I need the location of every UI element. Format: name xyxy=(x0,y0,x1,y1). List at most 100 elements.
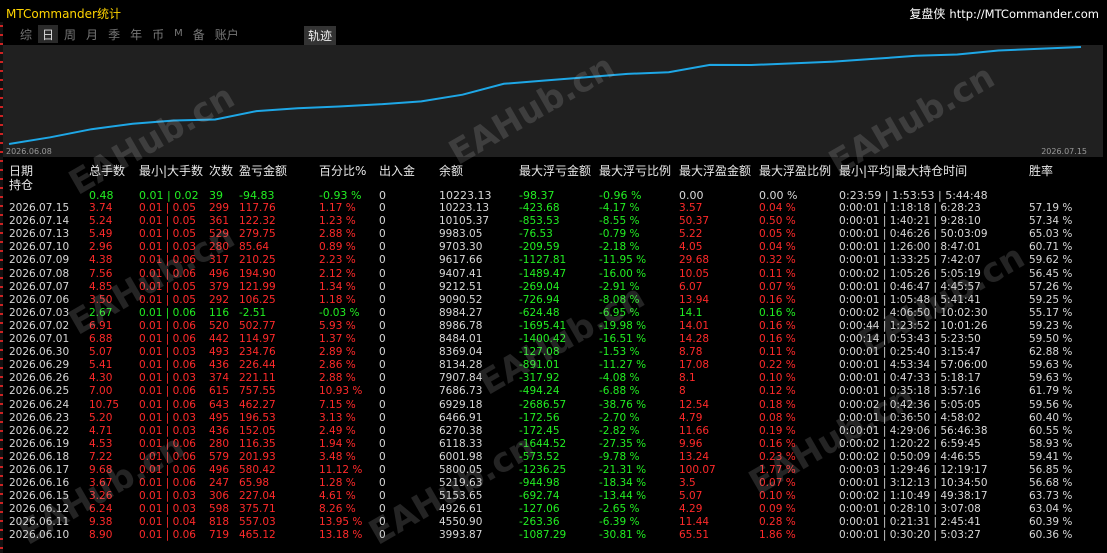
row-io: 0 xyxy=(379,280,386,293)
table-row[interactable]: 2026.06.26 4.30 0.01 | 0.03 374 221.11 2.88 %… xyxy=(0,372,1107,385)
table-row[interactable]: 2026.07.02 6.91 0.01 | 0.06 520 502.77 5.93 %… xyxy=(0,320,1107,333)
row-maxprofamt: 14.1 xyxy=(679,306,703,319)
row-pct: 1.94 % xyxy=(319,437,356,450)
row-hold: 0:00:14 | 0:53:43 | 5:23:50 xyxy=(839,333,981,346)
row-hold: 0:00:44 | 1:23:52 | 10:01:26 xyxy=(839,319,988,332)
tab-2[interactable]: 周 xyxy=(60,25,80,43)
table-row[interactable]: 2026.06.12 6.24 0.01 | 0.03 598 375.71 8.26 %… xyxy=(0,503,1107,516)
table-row[interactable]: 2026.06.17 9.68 0.01 | 0.06 496 580.42 11.12 … xyxy=(0,464,1107,477)
row-maxlosspct: -19.98 % xyxy=(599,319,647,332)
row-count: 361 xyxy=(209,215,230,228)
row-maxlosspct: -30.81 % xyxy=(599,529,647,542)
tab-6[interactable]: 币 xyxy=(148,25,168,43)
row-maxlosspct: -2.82 % xyxy=(599,424,640,437)
row-maxprofamt: 5.22 xyxy=(679,228,703,241)
table-row[interactable]: 2026.07.09 4.38 0.01 | 0.06 317 210.25 2.23 %… xyxy=(0,254,1107,267)
table-row[interactable]: 2026.07.10 2.96 0.01 | 0.03 280 85.64 0.89 % 0… xyxy=(0,241,1107,254)
row-total: 4.30 xyxy=(89,372,113,385)
site-url[interactable]: http://MTCommander.com xyxy=(949,7,1099,21)
row-io: 0 xyxy=(379,516,386,529)
row-minmax: 0.01 | 0.06 xyxy=(139,437,196,450)
row-maxlossamt: -172.56 xyxy=(519,411,560,424)
table-row[interactable]: 2026.06.11 9.38 0.01 | 0.04 818 557.03 13.95 … xyxy=(0,516,1107,529)
row-maxprofamt: 9.96 xyxy=(679,437,703,450)
table-row[interactable]: 2026.07.06 3.50 0.01 | 0.05 292 106.25 1.18 %… xyxy=(0,294,1107,307)
row-io: 0 xyxy=(379,293,386,306)
row-total: 5.24 xyxy=(89,215,113,228)
row-minmax: 0.01 | 0.05 xyxy=(139,215,196,228)
row-hold: 0:00:01 | 0:21:31 | 2:45:41 xyxy=(839,516,981,529)
tab-0[interactable]: 综 xyxy=(16,25,36,43)
track-button[interactable]: 轨迹 xyxy=(304,26,337,45)
row-pnl: 557.03 xyxy=(239,516,276,529)
row-pnl: 234.76 xyxy=(239,346,276,359)
row-pct: 1.28 % xyxy=(319,477,356,490)
table-row[interactable]: 2026.07.07 4.85 0.01 | 0.05 379 121.99 1.34 %… xyxy=(0,281,1107,294)
tab-1[interactable]: 日 xyxy=(38,25,59,43)
table-row[interactable]: 2026.07.14 5.24 0.01 | 0.05 361 122.32 1.23 %… xyxy=(0,215,1107,228)
table-row[interactable]: 2026.07.08 7.56 0.01 | 0.06 496 194.90 2.12 %… xyxy=(0,268,1107,281)
row-pnl: -2.51 xyxy=(239,306,267,319)
row-win: 57.19 % xyxy=(1029,202,1073,215)
tab-8[interactable]: 备 xyxy=(189,25,209,43)
row-maxlosspct: -2.18 % xyxy=(599,241,640,254)
row-maxprofamt: 5.07 xyxy=(679,490,703,503)
table-row[interactable]: 2026.07.15 3.74 0.01 | 0.05 299 117.76 1.17 %… xyxy=(0,202,1107,215)
row-balance: 9617.66 xyxy=(439,254,483,267)
row-pct: 1.34 % xyxy=(319,280,356,293)
site-link[interactable]: 复盘侠 http://MTCommander.com xyxy=(909,5,1099,22)
table-row[interactable]: 2026.07.03 2.67 0.01 | 0.06 116 -2.51 -0.03 %… xyxy=(0,307,1107,320)
row-total: 3.26 xyxy=(89,490,113,503)
row-win: 62.88 % xyxy=(1029,346,1073,359)
row-maxlosspct: -8.08 % xyxy=(599,293,640,306)
tab-5[interactable]: 年 xyxy=(126,25,146,43)
row-pct: 3.48 % xyxy=(319,450,356,463)
row-win: 59.63 % xyxy=(1029,372,1073,385)
row-hold: 0:00:02 | 1:20:22 | 6:59:45 xyxy=(839,437,981,450)
row-count: 306 xyxy=(209,490,230,503)
row-maxprofpct: 1.86 % xyxy=(759,529,796,542)
table-row[interactable]: 2026.06.19 4.53 0.01 | 0.06 280 116.35 1.94 %… xyxy=(0,438,1107,451)
table-row[interactable]: 2026.06.23 5.20 0.01 | 0.03 495 196.53 3.13 %… xyxy=(0,412,1107,425)
tab-7[interactable]: M xyxy=(170,25,187,43)
row-hold: 0:00:02 | 4:06:50 | 10:02:30 xyxy=(839,306,988,319)
tab-9[interactable]: 账户 xyxy=(211,25,243,43)
row-count: 436 xyxy=(209,424,230,437)
row-count: 280 xyxy=(209,437,230,450)
row-pct: 5.93 % xyxy=(319,319,356,332)
table-row[interactable]: 2026.07.13 5.49 0.01 | 0.05 529 279.75 2.88 %… xyxy=(0,228,1107,241)
table-row[interactable]: 2026.06.25 7.00 0.01 | 0.06 615 757.55 10.93 … xyxy=(0,385,1107,398)
table-row[interactable]: 2026.06.15 3.26 0.01 | 0.03 306 227.04 4.61 %… xyxy=(0,490,1107,503)
row-io: 0 xyxy=(379,359,386,372)
row-maxprofpct: 0.04 % xyxy=(759,202,796,215)
table-row[interactable]: 2026.07.01 6.88 0.01 | 0.06 442 114.97 1.37 %… xyxy=(0,333,1107,346)
row-minmax: 0.01 | 0.04 xyxy=(139,516,196,529)
row-io: 0 xyxy=(379,306,386,319)
row-maxlossamt: -76.53 xyxy=(519,228,553,241)
row-maxlosspct: -38.76 % xyxy=(599,398,647,411)
table-row[interactable]: 2026.06.24 10.75 0.01 | 0.06 643 462.27 7.15 … xyxy=(0,399,1107,412)
tab-3[interactable]: 月 xyxy=(82,25,102,43)
row-win: 59.23 % xyxy=(1029,319,1073,332)
table-row[interactable]: 2026.06.22 4.71 0.01 | 0.03 436 152.05 2.49 %… xyxy=(0,425,1107,438)
row-pct: 10.93 % xyxy=(319,385,363,398)
row-balance: 8986.78 xyxy=(439,319,483,332)
table-row[interactable]: 2026.06.16 3.67 0.01 | 0.06 247 65.98 1.28 % 0… xyxy=(0,477,1107,490)
row-io: 0 xyxy=(379,372,386,385)
table-row[interactable]: 2026.06.30 5.07 0.01 | 0.03 493 234.76 2.89 %… xyxy=(0,346,1107,359)
row-maxprofamt: 3.57 xyxy=(679,202,703,215)
row-maxprofpct: 0.07 % xyxy=(759,280,796,293)
row-maxlossamt: -1127.81 xyxy=(519,254,567,267)
row-count: 520 xyxy=(209,319,230,332)
row-io: 0 xyxy=(379,202,386,215)
row-pct: 13.95 % xyxy=(319,516,363,529)
row-maxlossamt: -317.92 xyxy=(519,372,560,385)
row-pnl: 210.25 xyxy=(239,254,276,267)
tab-4[interactable]: 季 xyxy=(104,25,124,43)
row-maxprofpct: 0.11 % xyxy=(759,346,796,359)
table-row[interactable]: 2026.06.10 8.90 0.01 | 0.06 719 465.12 13.18 … xyxy=(0,529,1107,542)
header-pct: 百分比% xyxy=(319,164,367,178)
table-row[interactable]: 2026.06.18 7.22 0.01 | 0.06 579 201.93 3.48 %… xyxy=(0,451,1107,464)
table-row[interactable]: 2026.06.29 5.41 0.01 | 0.06 436 226.44 2.86 %… xyxy=(0,359,1107,372)
row-io: 0 xyxy=(379,241,386,254)
